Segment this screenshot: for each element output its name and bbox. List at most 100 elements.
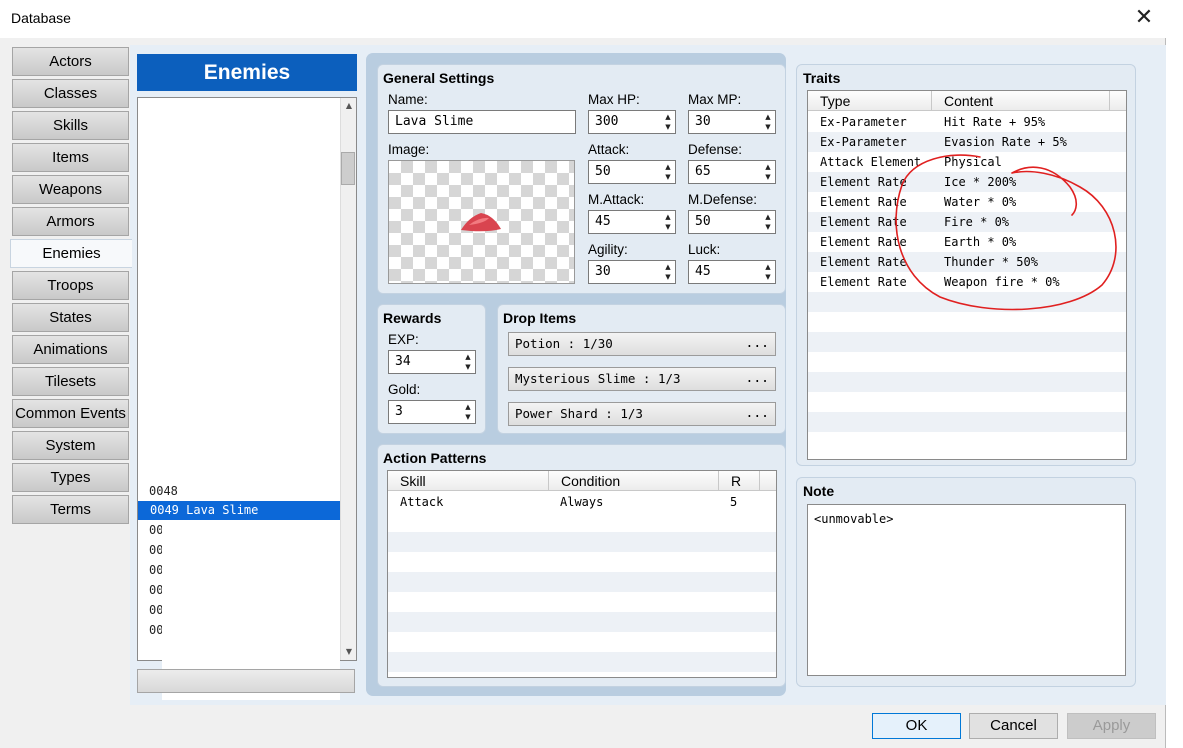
note-title: Note	[803, 483, 835, 499]
action-patterns-table[interactable]: Skill Condition R Attack Always 5	[387, 470, 777, 678]
enemy-image-preview[interactable]	[388, 160, 575, 284]
window-title: Database	[11, 10, 71, 26]
drop-item-1[interactable]: Potion : 1/30...	[508, 332, 776, 356]
nav-actors[interactable]: Actors	[12, 47, 129, 76]
max-hp-label: Max HP:	[588, 92, 640, 107]
traits-title: Traits	[803, 70, 841, 86]
spinner-arrows-icon[interactable]: ▲ ▼	[663, 212, 673, 232]
luck-field[interactable]: 45 ▲ ▼	[688, 260, 776, 284]
trait-type[interactable]: Ex-Parameter	[820, 112, 907, 132]
spinner-arrows-icon[interactable]: ▲ ▼	[763, 212, 773, 232]
max-mp-field[interactable]: 30 ▲ ▼	[688, 110, 776, 134]
defense-field[interactable]: 65 ▲ ▼	[688, 160, 776, 184]
luck-value: 45	[695, 264, 711, 279]
close-icon[interactable]: ✕	[1130, 4, 1158, 32]
list-item[interactable]: 0048	[149, 482, 178, 501]
nav-weapons[interactable]: Weapons	[12, 175, 129, 204]
list-item-selected[interactable]: 0049 Lava Slime	[138, 501, 340, 520]
trait-content[interactable]: Hit Rate + 95%	[944, 112, 1045, 132]
lava-slime-sprite	[461, 213, 501, 232]
nav-tilesets[interactable]: Tilesets	[12, 367, 129, 396]
agility-label: Agility:	[588, 242, 628, 257]
spinner-arrows-icon[interactable]: ▲ ▼	[763, 112, 773, 132]
change-maximum-button[interactable]	[137, 669, 355, 693]
drop-item-2-label: Mysterious Slime : 1/3	[515, 371, 681, 386]
action-rating[interactable]: 5	[730, 492, 737, 512]
nav-classes[interactable]: Classes	[12, 79, 129, 108]
ellipsis-icon: ...	[745, 371, 769, 386]
m-defense-field[interactable]: 50 ▲ ▼	[688, 210, 776, 234]
drop-items-title: Drop Items	[503, 310, 577, 326]
nav-system[interactable]: System	[12, 431, 129, 460]
column-skill[interactable]: Skill	[388, 471, 549, 491]
ok-button[interactable]: OK	[872, 713, 961, 739]
row-stripe	[808, 412, 1126, 432]
nav-types[interactable]: Types	[12, 463, 129, 492]
scroll-up-arrow-icon[interactable]: ▲	[341, 98, 357, 114]
note-textarea[interactable]: <unmovable>	[807, 504, 1126, 676]
nav-enemies[interactable]: Enemies	[10, 239, 132, 268]
table-header: Type Content	[808, 91, 1126, 111]
max-mp-value: 30	[695, 114, 711, 129]
action-condition[interactable]: Always	[560, 492, 603, 512]
spinner-arrows-icon[interactable]: ▲ ▼	[663, 262, 673, 282]
attack-value: 50	[595, 164, 611, 179]
row-stripe	[388, 532, 776, 552]
scrollbar-thumb[interactable]	[341, 152, 355, 185]
nav-troops[interactable]: Troops	[12, 271, 129, 300]
row-stripe	[808, 372, 1126, 392]
agility-field[interactable]: 30 ▲ ▼	[588, 260, 676, 284]
action-patterns-title: Action Patterns	[383, 450, 487, 466]
m-attack-field[interactable]: 45 ▲ ▼	[588, 210, 676, 234]
row-stripe	[808, 332, 1126, 352]
m-defense-value: 50	[695, 214, 711, 229]
exp-field[interactable]: 34 ▲ ▼	[388, 350, 476, 374]
nav-terms[interactable]: Terms	[12, 495, 129, 524]
nav-states[interactable]: States	[12, 303, 129, 332]
spinner-arrows-icon[interactable]: ▲ ▼	[663, 112, 673, 132]
column-condition[interactable]: Condition	[549, 471, 719, 491]
row-stripe	[388, 572, 776, 592]
apply-button[interactable]: Apply	[1067, 713, 1156, 739]
name-field[interactable]: Lava Slime	[388, 110, 576, 134]
image-label: Image:	[388, 142, 430, 157]
m-attack-label: M.Attack:	[588, 192, 645, 207]
drop-item-3[interactable]: Power Shard : 1/3...	[508, 402, 776, 426]
ellipsis-icon: ...	[745, 406, 769, 421]
gold-field[interactable]: 3 ▲ ▼	[388, 400, 476, 424]
nav-common-events[interactable]: Common Events	[12, 399, 129, 428]
drop-item-2[interactable]: Mysterious Slime : 1/3...	[508, 367, 776, 391]
general-settings-title: General Settings	[383, 70, 495, 86]
scroll-down-arrow-icon[interactable]: ▼	[341, 644, 357, 660]
max-hp-value: 300	[595, 114, 619, 129]
max-hp-field[interactable]: 300 ▲ ▼	[588, 110, 676, 134]
spinner-arrows-icon[interactable]: ▲ ▼	[763, 162, 773, 182]
spinner-arrows-icon[interactable]: ▲ ▼	[663, 162, 673, 182]
column-type[interactable]: Type	[808, 91, 932, 111]
max-mp-label: Max MP:	[688, 92, 742, 107]
gold-value: 3	[395, 404, 403, 419]
nav-items[interactable]: Items	[12, 143, 129, 172]
action-skill[interactable]: Attack	[400, 492, 443, 512]
nav-armors[interactable]: Armors	[12, 207, 129, 236]
nav-skills[interactable]: Skills	[12, 111, 129, 140]
title-bar	[0, 0, 1183, 38]
exp-value: 34	[395, 354, 411, 369]
rewards-title: Rewards	[383, 310, 442, 326]
column-r[interactable]: R	[719, 471, 760, 491]
column-content[interactable]: Content	[932, 91, 1110, 111]
spinner-arrows-icon[interactable]: ▲ ▼	[463, 352, 473, 372]
nav-animations[interactable]: Animations	[12, 335, 129, 364]
attack-field[interactable]: 50 ▲ ▼	[588, 160, 676, 184]
row-stripe	[388, 652, 776, 672]
exp-label: EXP:	[388, 332, 419, 347]
defense-value: 65	[695, 164, 711, 179]
cancel-button[interactable]: Cancel	[969, 713, 1058, 739]
row-stripe	[388, 612, 776, 632]
m-defense-label: M.Defense:	[688, 192, 758, 207]
ellipsis-icon: ...	[745, 336, 769, 351]
spinner-arrows-icon[interactable]: ▲ ▼	[763, 262, 773, 282]
drop-item-3-label: Power Shard : 1/3	[515, 406, 643, 421]
spinner-arrows-icon[interactable]: ▲ ▼	[463, 402, 473, 422]
table-header: Skill Condition R	[388, 471, 776, 491]
